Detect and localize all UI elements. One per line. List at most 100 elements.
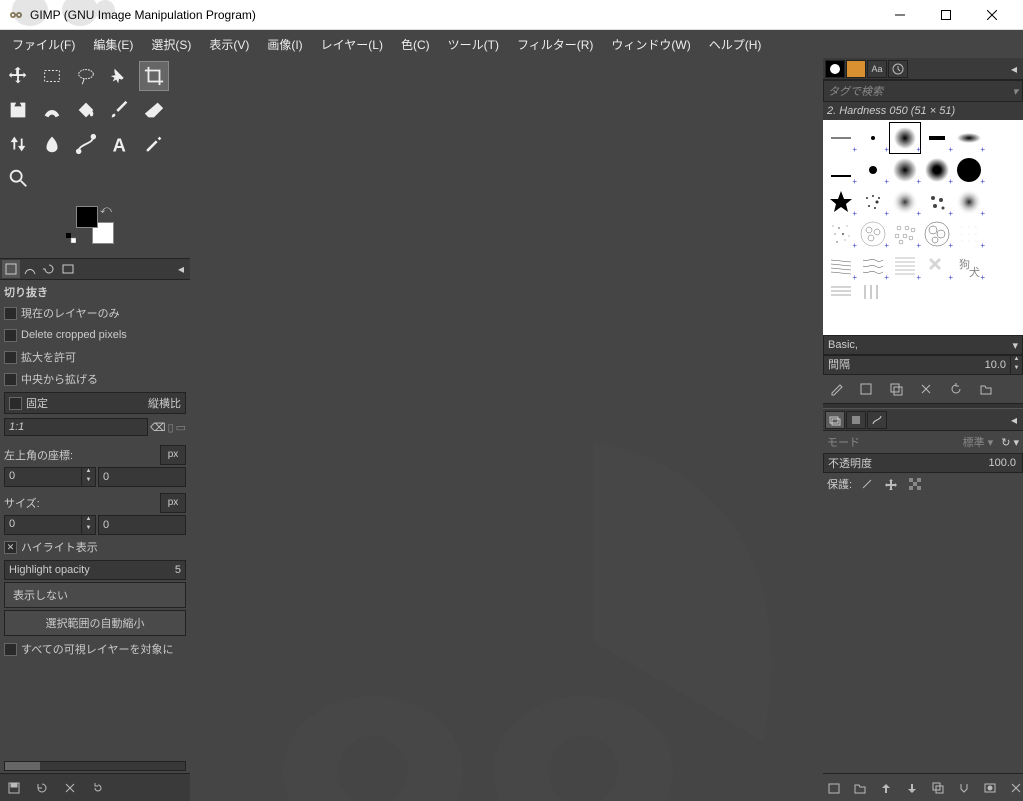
portrait-icon[interactable]: ▯ (168, 421, 174, 434)
minimize-button[interactable] (877, 0, 923, 30)
highlight-opacity-slider[interactable]: Highlight opacity 5 (4, 560, 186, 580)
brush-item[interactable] (985, 154, 1017, 186)
lower-layer-icon[interactable] (905, 779, 919, 797)
paths-tool[interactable] (72, 130, 100, 158)
lock-alpha-icon[interactable] (906, 475, 924, 493)
menu-windows[interactable]: ウィンドウ(W) (603, 32, 698, 57)
layers-tab[interactable] (825, 411, 845, 429)
brush-item[interactable]: 狗犬+ (953, 250, 985, 282)
fonts-tab[interactable]: Aa (867, 60, 887, 78)
crop-tool[interactable] (140, 62, 168, 90)
new-layer-group-icon[interactable] (853, 779, 867, 797)
brush-item[interactable]: + (825, 154, 857, 186)
brush-item[interactable]: + (857, 186, 889, 218)
allow-growing-checkbox[interactable] (4, 351, 17, 364)
brush-item[interactable]: + (953, 218, 985, 250)
brush-tag-search[interactable]: タグで検索 ▾ (823, 80, 1023, 102)
shrink-merged-checkbox[interactable] (4, 643, 17, 656)
undo-history-tab[interactable] (40, 260, 58, 278)
brush-grid[interactable]: + + + + + + + + + + + + + + + (823, 120, 1023, 335)
swap-colors-icon[interactable]: ⤺ (100, 204, 112, 217)
duplicate-brush-icon[interactable] (887, 380, 905, 398)
refresh-brushes-icon[interactable] (947, 380, 965, 398)
brush-item[interactable]: + (857, 154, 889, 186)
patterns-tab[interactable] (846, 60, 866, 78)
smudge-tool[interactable] (38, 130, 66, 158)
delete-layer-icon[interactable] (1009, 779, 1023, 797)
brush-spacing-slider[interactable]: 間隔 10.0 ▲▼ (823, 355, 1023, 375)
tag-search-dropdown-icon[interactable]: ▾ (1012, 85, 1018, 98)
brush-item[interactable]: + (889, 218, 921, 250)
brush-item[interactable]: + (921, 154, 953, 186)
guides-dropdown[interactable]: 表示しない (4, 582, 186, 608)
brush-item[interactable] (825, 282, 857, 302)
paintbrush-tool[interactable] (106, 96, 134, 124)
channels-tab[interactable] (846, 411, 866, 429)
tool-options-tab[interactable] (2, 260, 20, 278)
lock-pixels-icon[interactable] (858, 475, 876, 493)
brush-item[interactable]: + (889, 186, 921, 218)
mode-switch-icon[interactable]: ↻ ▾ (1001, 436, 1019, 449)
brush-item[interactable] (985, 218, 1017, 250)
menu-filters[interactable]: フィルター(R) (509, 32, 601, 57)
delete-cropped-checkbox[interactable] (4, 329, 17, 342)
aspect-ratio-input[interactable] (4, 418, 148, 436)
brush-item[interactable]: + (857, 218, 889, 250)
menu-select[interactable]: 選択(S) (143, 32, 199, 57)
delete-preset-icon[interactable] (60, 778, 80, 798)
menu-tools[interactable]: ツール(T) (440, 32, 507, 57)
brush-item[interactable]: + (825, 218, 857, 250)
brush-item[interactable]: + (953, 186, 985, 218)
menu-view[interactable]: 表示(V) (201, 32, 257, 57)
new-brush-icon[interactable] (857, 380, 875, 398)
fixed-checkbox[interactable] (9, 397, 22, 410)
mode-dropdown[interactable]: 標準 ▾ (864, 434, 997, 450)
landscape-icon[interactable]: ▭ (176, 421, 186, 434)
menu-file[interactable]: ファイル(F) (4, 32, 83, 57)
images-tab[interactable] (59, 260, 77, 278)
menu-colors[interactable]: 色(C) (393, 32, 438, 57)
rect-select-tool[interactable] (38, 62, 66, 90)
close-button[interactable] (969, 0, 1015, 30)
reset-preset-icon[interactable] (88, 778, 108, 798)
delete-brush-icon[interactable] (917, 380, 935, 398)
clear-aspect-icon[interactable]: ⌫ (150, 421, 166, 434)
new-layer-icon[interactable] (827, 779, 841, 797)
restore-preset-icon[interactable] (32, 778, 52, 798)
raise-layer-icon[interactable] (879, 779, 893, 797)
reset-colors-icon[interactable] (66, 232, 76, 242)
brush-item[interactable]: + (857, 250, 889, 282)
brushes-tab[interactable] (825, 60, 845, 78)
menu-edit[interactable]: 編集(E) (85, 32, 141, 57)
brushes-dock-menu-icon[interactable]: ◂ (1007, 62, 1021, 76)
merge-layer-icon[interactable] (957, 779, 971, 797)
fuzzy-select-tool[interactable] (106, 62, 134, 90)
brush-item[interactable] (985, 250, 1017, 282)
position-unit-select[interactable]: px (160, 445, 186, 465)
move-tool[interactable] (4, 62, 32, 90)
brush-item[interactable] (985, 122, 1017, 154)
warp-tool[interactable] (38, 96, 66, 124)
aspect-dropdown-label[interactable]: 縦横比 (148, 395, 181, 411)
position-y-input[interactable]: 0 (98, 467, 186, 487)
brush-item[interactable] (985, 186, 1017, 218)
layers-dock-menu-icon[interactable]: ◂ (1007, 413, 1021, 427)
dock-menu-icon[interactable]: ◂ (174, 262, 188, 276)
brush-item[interactable]: + (825, 186, 857, 218)
unified-transform-tool[interactable] (4, 96, 32, 124)
left-scrollbar[interactable] (4, 761, 186, 771)
menu-layer[interactable]: レイヤー(L) (313, 32, 391, 57)
size-height-input[interactable]: 0 (98, 515, 186, 535)
brush-item[interactable]: + (921, 218, 953, 250)
free-select-tool[interactable] (72, 62, 100, 90)
autoshrink-button[interactable]: 選択範囲の自動縮小 (4, 610, 186, 636)
brush-item[interactable]: + (889, 250, 921, 282)
brush-preset-select[interactable]: Basic,▾ (823, 335, 1023, 355)
brush-item[interactable]: + (953, 154, 985, 186)
bucket-fill-tool[interactable] (72, 96, 100, 124)
canvas-area[interactable] (190, 58, 823, 801)
highlight-checkbox[interactable] (4, 541, 17, 554)
lock-position-icon[interactable] (882, 475, 900, 493)
menu-image[interactable]: 画像(I) (259, 32, 310, 57)
brush-item[interactable]: + (857, 122, 889, 154)
